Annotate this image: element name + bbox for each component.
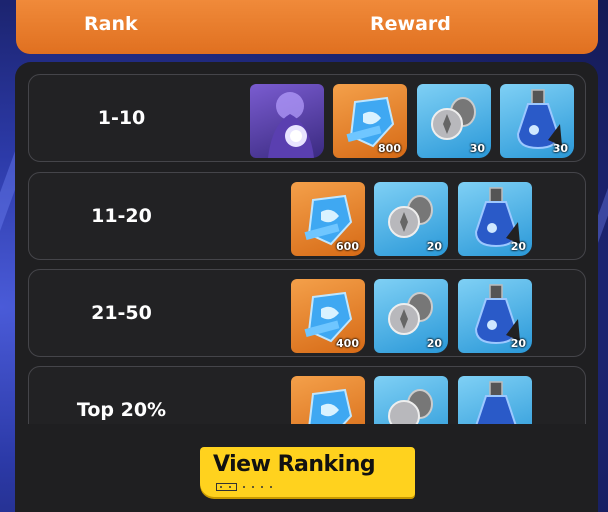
blue-gem-icon[interactable] [291, 376, 365, 424]
potion-flask-icon[interactable]: 20 [458, 182, 532, 256]
reward-quantity: 20 [426, 240, 442, 253]
potion-flask-icon[interactable]: 30 [500, 84, 574, 158]
reward-row: Top 20% [28, 366, 586, 424]
rank-label: 11-20 [91, 205, 152, 227]
rank-column-header: Rank [84, 13, 138, 35]
rewards-panel: 1-10 800 30 30 11-20 600 20 20 21-50 400… [15, 62, 598, 512]
reward-quantity: 800 [378, 142, 401, 155]
silver-coin-icon[interactable] [374, 376, 448, 424]
reward-row: 1-10 800 30 30 [28, 74, 586, 162]
reward-quantity: 30 [469, 142, 485, 155]
reward-quantity: 20 [510, 240, 526, 253]
reward-quantity: 400 [336, 337, 359, 350]
reward-quantity: 20 [510, 337, 526, 350]
potion-flask-icon[interactable]: 20 [458, 279, 532, 353]
rank-label: 21-50 [91, 302, 152, 324]
reward-quantity: 600 [336, 240, 359, 253]
view-ranking-label: View Ranking [213, 452, 376, 477]
potion-flask-icon[interactable] [458, 376, 532, 424]
reward-quantity: 30 [552, 142, 568, 155]
silver-coin-icon[interactable]: 20 [374, 182, 448, 256]
table-header: Rank Reward [16, 0, 598, 54]
silver-coin-icon[interactable]: 20 [374, 279, 448, 353]
silver-coin-icon[interactable]: 30 [417, 84, 491, 158]
reward-row: 11-20 600 20 20 [28, 172, 586, 260]
rewards-list[interactable]: 1-10 800 30 30 11-20 600 20 20 21-50 400… [15, 62, 598, 424]
rank-label: 1-10 [97, 107, 146, 129]
blue-gem-icon[interactable]: 400 [291, 279, 365, 353]
reward-column-header: Reward [370, 13, 451, 35]
blue-gem-icon[interactable]: 800 [333, 84, 407, 158]
hero-portrait-icon[interactable] [250, 84, 324, 158]
view-ranking-button[interactable]: View Ranking [200, 447, 415, 497]
blue-gem-icon[interactable]: 600 [291, 182, 365, 256]
rank-label: Top 20% [76, 399, 167, 421]
reward-quantity: 20 [426, 337, 442, 350]
button-decoration-icon [216, 483, 272, 491]
reward-row: 21-50 400 20 20 [28, 269, 586, 357]
